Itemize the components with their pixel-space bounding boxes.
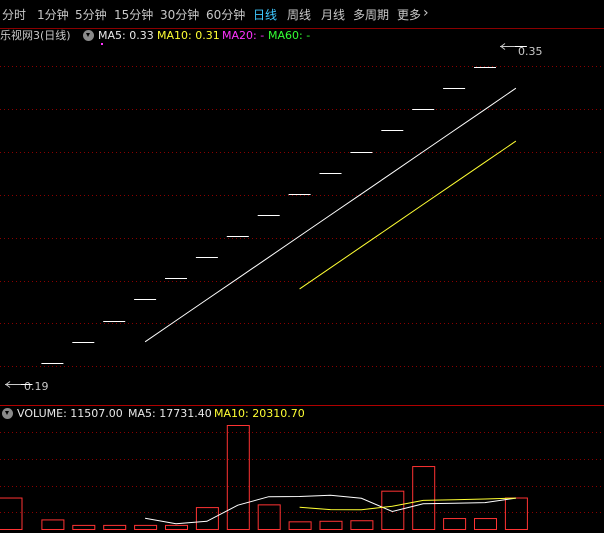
volume-bar — [350, 520, 374, 531]
volume-bar — [41, 519, 65, 531]
volume-bar — [226, 425, 250, 530]
volume-bar — [443, 518, 467, 530]
volume-bar — [72, 524, 96, 530]
ma10-line — [299, 140, 517, 290]
volume-bar — [103, 524, 127, 530]
volume-bar — [134, 524, 158, 530]
volume-bar — [319, 520, 343, 531]
ma5-line — [144, 87, 517, 343]
volume-bar — [288, 521, 312, 531]
volume-bar — [504, 497, 528, 531]
volume-bar — [195, 507, 219, 530]
volume-bar — [257, 504, 281, 530]
volume-bar — [165, 524, 188, 530]
volume-bar — [0, 497, 23, 530]
volume-bar — [381, 490, 405, 530]
kline-chart[interactable] — [0, 0, 604, 533]
volume-bar — [412, 466, 436, 531]
volume-bar — [474, 518, 497, 530]
